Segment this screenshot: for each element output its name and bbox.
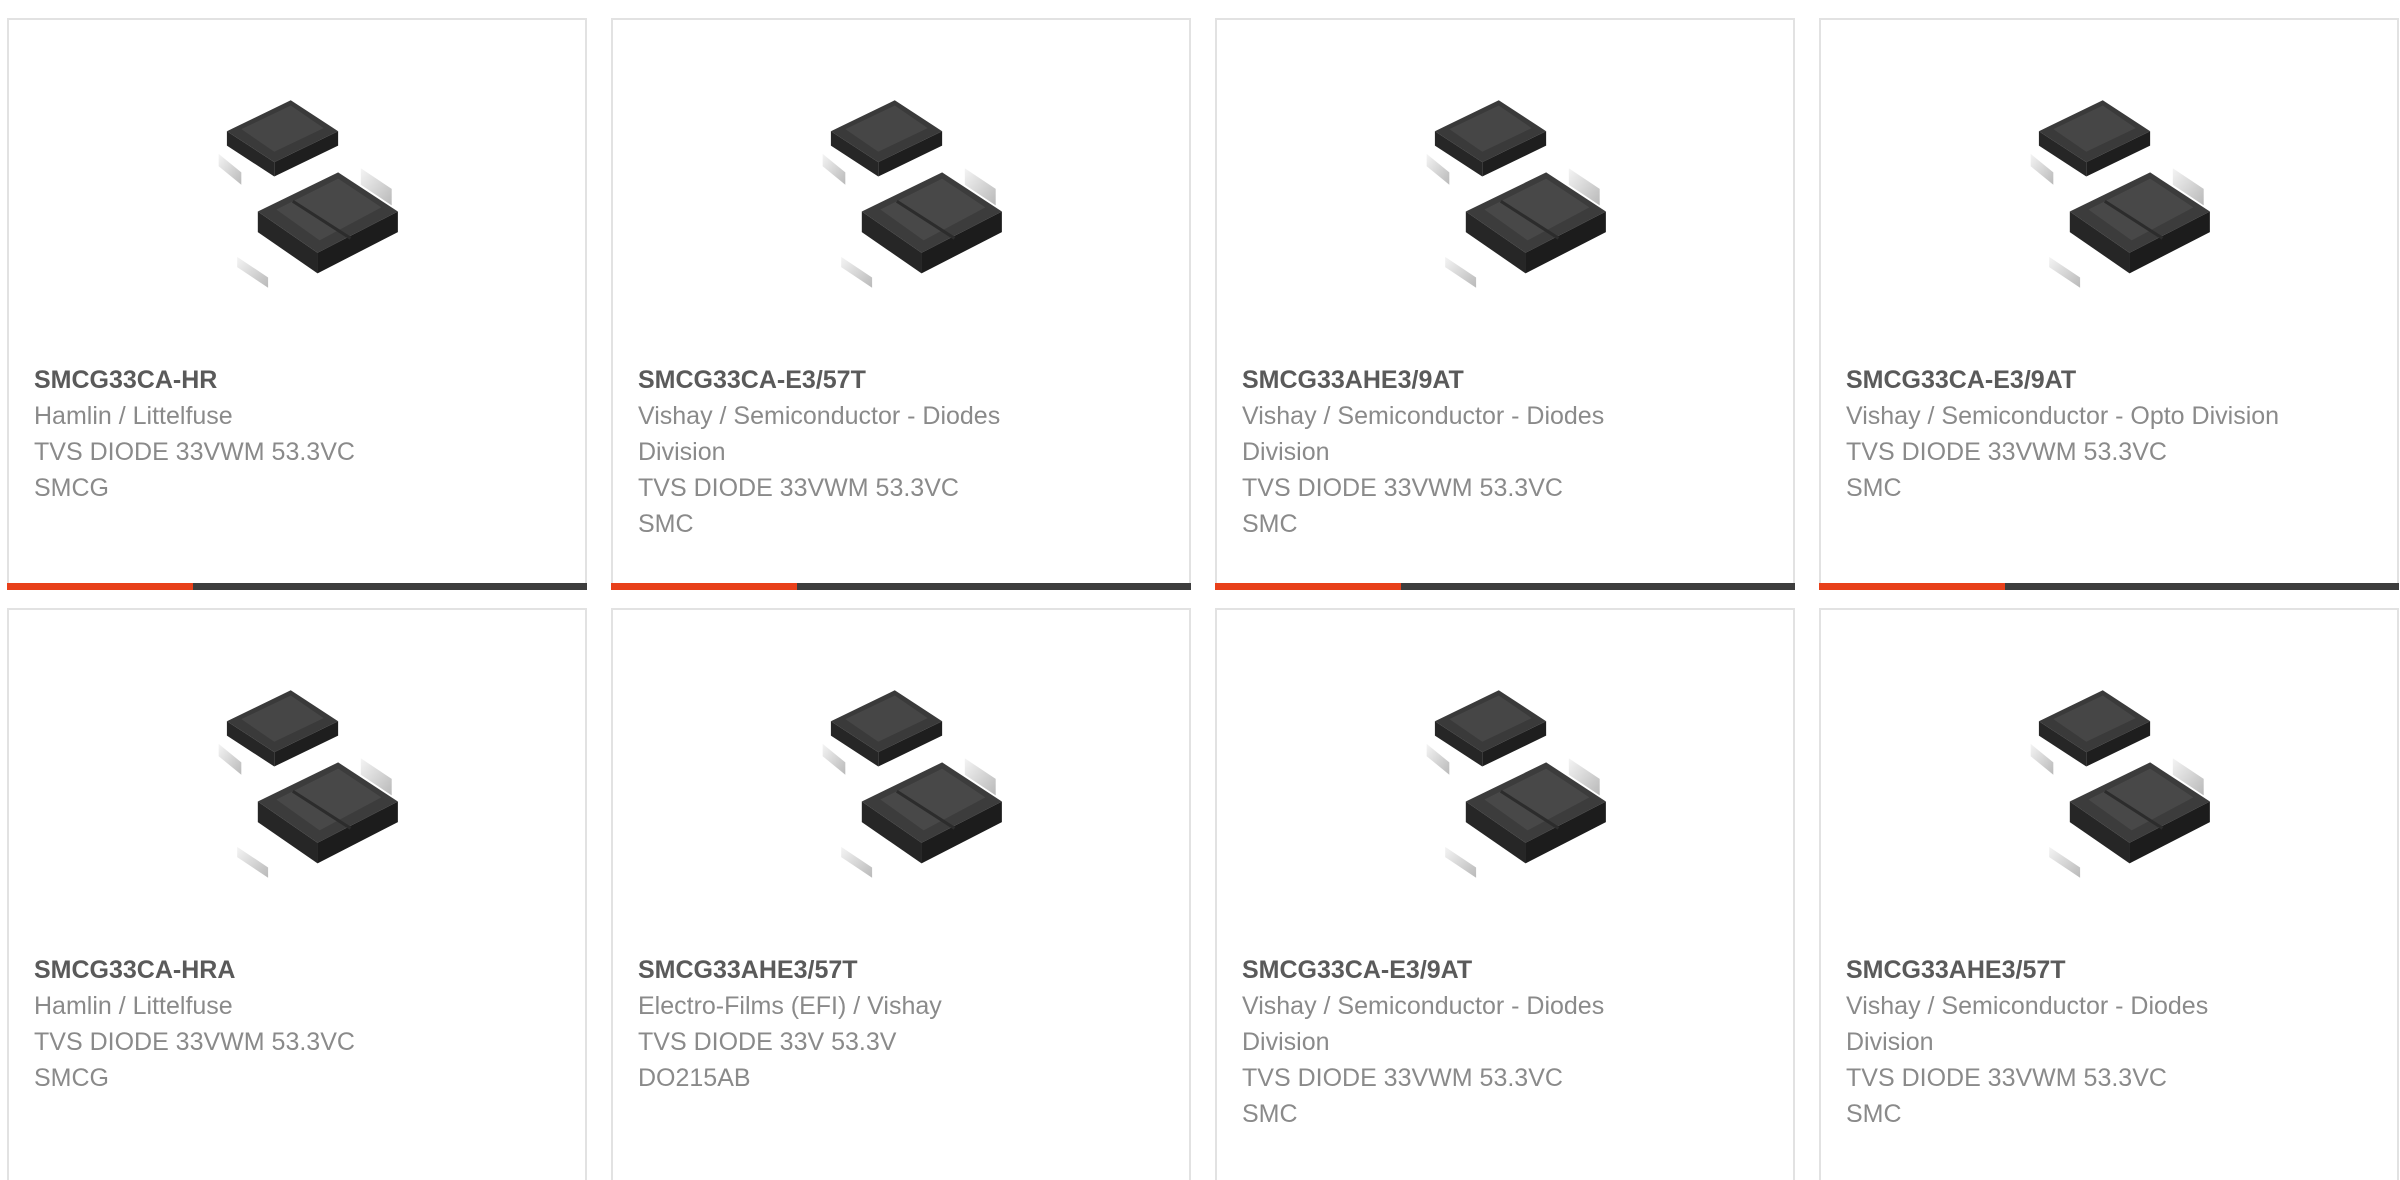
manufacturer: Hamlin / Littelfuse [34, 992, 233, 1020]
product-info: SMCG33CA-HRA Hamlin / Littelfuse TVS DIO… [34, 952, 485, 1096]
description: TVS DIODE 33V 53.3V [638, 1028, 897, 1056]
package: DO215AB [638, 1064, 751, 1092]
card-progress-fill [7, 583, 193, 590]
card-progress-bar [7, 583, 587, 590]
part-number[interactable]: SMCG33CA-E3/57T [638, 362, 1089, 398]
card-progress-fill [1215, 583, 1401, 590]
package: SMC [1846, 474, 1902, 502]
description: TVS DIODE 33VWM 53.3VC [1242, 1064, 1563, 1092]
product-info: SMCG33AHE3/9AT Vishay / Semiconductor - … [1242, 362, 1693, 542]
description: TVS DIODE 33VWM 53.3VC [638, 474, 959, 502]
description: TVS DIODE 33VWM 53.3VC [34, 1028, 355, 1056]
smc-diode-package-image [822, 100, 1002, 288]
description: TVS DIODE 33VWM 53.3VC [1242, 474, 1563, 502]
product-card[interactable]: SMCG33AHE3/57T Vishay / Semiconductor - … [1819, 608, 2399, 1180]
description: TVS DIODE 33VWM 53.3VC [1846, 1064, 2167, 1092]
smc-diode-package-image [2030, 690, 2210, 878]
part-number[interactable]: SMCG33AHE3/9AT [1242, 362, 1693, 398]
product-card[interactable]: SMCG33CA-E3/57T Vishay / Semiconductor -… [611, 18, 1191, 590]
product-image[interactable] [196, 680, 402, 886]
package: SMC [1846, 1100, 1902, 1128]
product-image[interactable] [1404, 680, 1610, 886]
smc-diode-package-image [2030, 100, 2210, 288]
smc-diode-package-image [1426, 690, 1606, 878]
part-number[interactable]: SMCG33CA-HRA [34, 952, 485, 988]
product-image[interactable] [196, 90, 402, 296]
smc-diode-package-image [1426, 100, 1606, 288]
product-info: SMCG33AHE3/57T Electro-Films (EFI) / Vis… [638, 952, 1089, 1096]
manufacturer: Vishay / Semiconductor - Diodes Division [638, 402, 1001, 466]
manufacturer: Vishay / Semiconductor - Opto Division [1846, 402, 2280, 430]
card-progress-fill [611, 583, 797, 590]
product-image[interactable] [2008, 680, 2214, 886]
package: SMC [638, 510, 694, 538]
card-progress-bar [1819, 583, 2399, 590]
part-number[interactable]: SMCG33CA-E3/9AT [1242, 952, 1693, 988]
manufacturer: Vishay / Semiconductor - Diodes Division [1846, 992, 2209, 1056]
product-image[interactable] [1404, 90, 1610, 296]
manufacturer: Vishay / Semiconductor - Diodes Division [1242, 402, 1605, 466]
product-card[interactable]: SMCG33CA-E3/9AT Vishay / Semiconductor -… [1819, 18, 2399, 590]
smc-diode-package-image [822, 690, 1002, 878]
description: TVS DIODE 33VWM 53.3VC [1846, 438, 2167, 466]
manufacturer: Electro-Films (EFI) / Vishay [638, 992, 942, 1020]
part-number[interactable]: SMCG33CA-E3/9AT [1846, 362, 2297, 398]
product-image[interactable] [800, 680, 1006, 886]
smc-diode-package-image [218, 100, 398, 288]
manufacturer: Vishay / Semiconductor - Diodes Division [1242, 992, 1605, 1056]
card-progress-bar [611, 583, 1191, 590]
product-image[interactable] [2008, 90, 2214, 296]
product-info: SMCG33CA-HR Hamlin / Littelfuse TVS DIOD… [34, 362, 485, 506]
product-card[interactable]: SMCG33CA-E3/9AT Vishay / Semiconductor -… [1215, 608, 1795, 1180]
package: SMC [1242, 1100, 1298, 1128]
manufacturer: Hamlin / Littelfuse [34, 402, 233, 430]
product-card[interactable]: SMCG33AHE3/57T Electro-Films (EFI) / Vis… [611, 608, 1191, 1180]
package: SMCG [34, 474, 109, 502]
product-card[interactable]: SMCG33CA-HRA Hamlin / Littelfuse TVS DIO… [7, 608, 587, 1180]
product-grid: SMCG33CA-HR Hamlin / Littelfuse TVS DIOD… [7, 18, 2399, 1180]
product-info: SMCG33CA-E3/57T Vishay / Semiconductor -… [638, 362, 1089, 542]
product-info: SMCG33AHE3/57T Vishay / Semiconductor - … [1846, 952, 2297, 1132]
product-image[interactable] [800, 90, 1006, 296]
package: SMC [1242, 510, 1298, 538]
product-card[interactable]: SMCG33AHE3/9AT Vishay / Semiconductor - … [1215, 18, 1795, 590]
product-info: SMCG33CA-E3/9AT Vishay / Semiconductor -… [1846, 362, 2297, 506]
description: TVS DIODE 33VWM 53.3VC [34, 438, 355, 466]
part-number[interactable]: SMCG33AHE3/57T [638, 952, 1089, 988]
card-progress-bar [1215, 583, 1795, 590]
product-info: SMCG33CA-E3/9AT Vishay / Semiconductor -… [1242, 952, 1693, 1132]
part-number[interactable]: SMCG33CA-HR [34, 362, 485, 398]
package: SMCG [34, 1064, 109, 1092]
smc-diode-package-image [218, 690, 398, 878]
card-progress-fill [1819, 583, 2005, 590]
part-number[interactable]: SMCG33AHE3/57T [1846, 952, 2297, 988]
product-card[interactable]: SMCG33CA-HR Hamlin / Littelfuse TVS DIOD… [7, 18, 587, 590]
